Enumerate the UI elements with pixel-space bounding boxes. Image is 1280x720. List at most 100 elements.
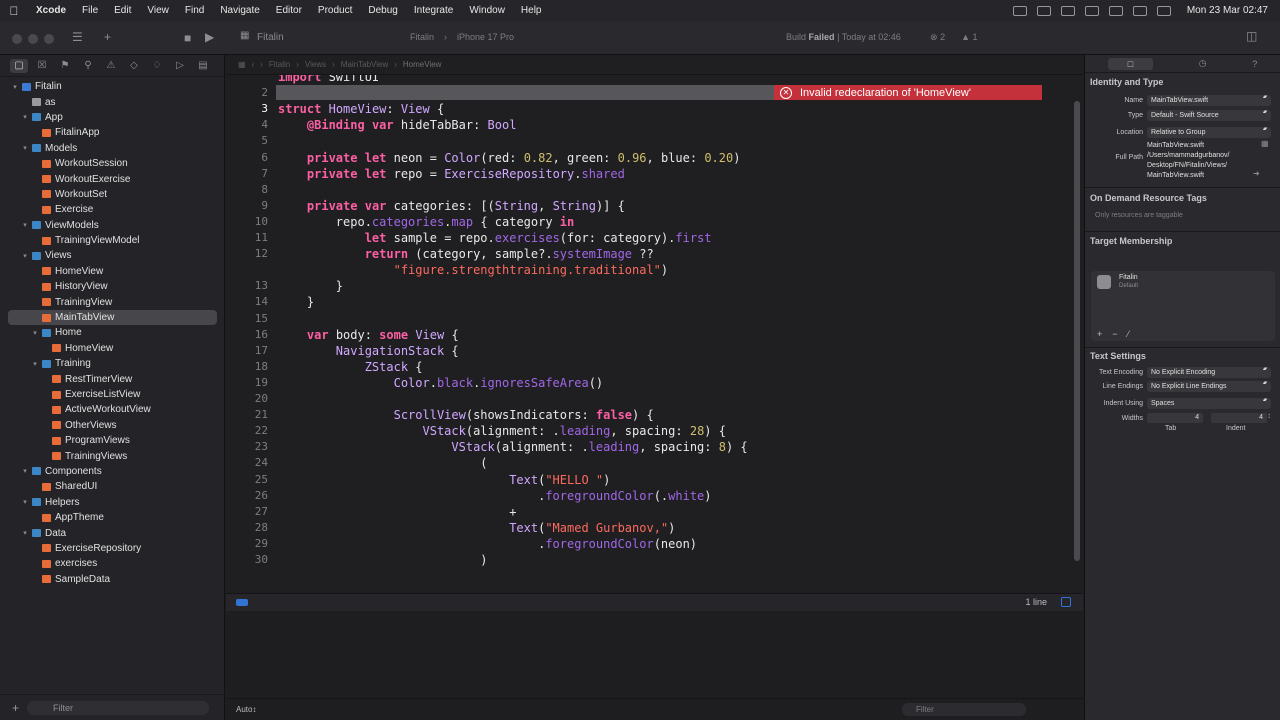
chevron-down-icon[interactable]: ▾ — [20, 113, 30, 121]
tree-file[interactable]: TrainingViewModel — [0, 233, 225, 248]
tree-file[interactable]: WorkoutExercise — [0, 171, 225, 186]
status-icon[interactable] — [1084, 5, 1099, 16]
code-line[interactable]: .foregroundColor(neon) — [278, 537, 697, 551]
status-icon[interactable] — [1012, 5, 1027, 16]
find-icon[interactable]: ⚲ — [79, 59, 97, 73]
debug-icon[interactable]: ♢ — [148, 59, 166, 73]
forward-icon[interactable]: › — [260, 60, 263, 69]
reveal-arrow-icon[interactable]: ➜ — [1253, 169, 1260, 178]
code-line[interactable]: } — [278, 295, 314, 309]
menu-file[interactable]: File — [74, 5, 106, 16]
tree-file[interactable]: HomeView — [0, 341, 225, 356]
report-icon[interactable]: ▤ — [194, 59, 212, 73]
menu-view[interactable]: View — [139, 5, 177, 16]
line-number[interactable]: 18 — [226, 360, 268, 373]
chevron-down-icon[interactable]: ▾ — [30, 360, 40, 368]
stop-icon[interactable]: ■ — [184, 31, 191, 45]
run-destination[interactable]: iPhone 17 Pro — [457, 32, 514, 42]
control-center-icon[interactable] — [1156, 5, 1171, 16]
line-endings-select[interactable]: No Explicit Line Endings — [1147, 381, 1271, 392]
code-line[interactable]: ScrollView(showsIndicators: false) { — [278, 408, 654, 422]
edit-icon[interactable]: ⁄ — [1128, 329, 1130, 339]
tree-file[interactable]: OtherViews — [0, 418, 225, 433]
zoom-window-button[interactable] — [44, 34, 54, 44]
tree-file[interactable]: ActiveWorkoutView — [0, 402, 225, 417]
code-line[interactable]: VStack(alignment: .leading, spacing: 28)… — [278, 424, 726, 438]
scheme-selector[interactable]: Fitalin › iPhone 17 Pro — [410, 32, 514, 42]
breakpoint-icon[interactable]: ▷ — [171, 59, 189, 73]
line-number[interactable]: 21 — [226, 408, 268, 421]
line-number[interactable]: 8 — [226, 183, 268, 196]
line-number[interactable]: 26 — [226, 489, 268, 502]
clock[interactable]: Mon 23 Mar 02:47 — [1187, 5, 1268, 16]
breadcrumb-project[interactable]: Fitalin — [269, 60, 290, 69]
tree-file[interactable]: as — [0, 94, 225, 109]
type-select[interactable]: Default - Swift Source — [1147, 110, 1271, 121]
code-line[interactable]: Text("HELLO ") — [278, 473, 610, 487]
apple-icon[interactable]:  — [0, 4, 28, 18]
line-number[interactable]: 20 — [226, 392, 268, 405]
status-icon[interactable] — [1108, 5, 1123, 16]
history-inspector-icon[interactable]: ◷ — [1199, 58, 1207, 69]
line-number[interactable]: 2 — [226, 86, 268, 99]
chevron-down-icon[interactable]: ▾ — [20, 221, 30, 229]
inspector-toggle-icon[interactable]: ◫ — [1246, 29, 1257, 43]
line-number[interactable]: 6 — [226, 151, 268, 164]
tree-file[interactable]: AppTheme — [0, 510, 225, 525]
indent-width-stepper-icon[interactable]: ↕ — [1267, 411, 1271, 420]
line-number[interactable]: 29 — [226, 537, 268, 550]
line-number[interactable]: 13 — [226, 279, 268, 292]
code-line[interactable]: private let neon = Color(red: 0.82, gree… — [278, 151, 741, 165]
remove-icon[interactable]: − — [1112, 329, 1117, 339]
status-icon[interactable] — [1060, 5, 1075, 16]
tree-file[interactable]: SharedUI — [0, 479, 225, 494]
code-line[interactable]: Color.black.ignoresSafeArea() — [278, 376, 604, 390]
line-number[interactable]: 12 — [226, 247, 268, 260]
tree-group[interactable]: ▾ Helpers — [0, 495, 225, 510]
source-control-icon[interactable]: ☒ — [33, 59, 51, 73]
line-number[interactable]: 27 — [226, 505, 268, 518]
run-icon[interactable]: ▶ — [205, 30, 214, 44]
folder-icon[interactable]: ▢ — [10, 58, 28, 73]
code-line[interactable]: var body: some View { — [278, 328, 459, 342]
tree-file[interactable]: TrainingViews — [0, 448, 225, 463]
line-number[interactable]: 15 — [226, 312, 268, 325]
back-icon[interactable]: ‹ — [252, 60, 255, 69]
code-line[interactable]: let sample = repo.exercises(for: categor… — [278, 231, 712, 245]
tree-group[interactable]: ▾ Training — [0, 356, 225, 371]
editor-scrollbar[interactable] — [1074, 101, 1080, 561]
menu-navigate[interactable]: Navigate — [212, 5, 267, 16]
minimize-window-button[interactable] — [28, 34, 38, 44]
add-file-icon[interactable]: + — [12, 701, 19, 715]
breadcrumb-symbol[interactable]: HomeView — [403, 60, 442, 69]
menu-product[interactable]: Product — [310, 5, 360, 16]
tree-file[interactable]: TrainingView — [0, 294, 225, 309]
tab-width-field[interactable]: 4 — [1147, 413, 1203, 423]
code-area[interactable]: ✕ Invalid redeclaration of 'HomeView' im… — [226, 75, 1083, 593]
menu-edit[interactable]: Edit — [106, 5, 139, 16]
line-number[interactable]: 7 — [226, 167, 268, 180]
code-line[interactable]: repo.categories.map { category in — [278, 215, 574, 229]
tree-file[interactable]: HistoryView — [0, 279, 225, 294]
chevron-down-icon[interactable]: ▾ — [30, 329, 40, 337]
close-window-button[interactable] — [12, 34, 22, 44]
tree-group[interactable]: ▾ Components — [0, 464, 225, 479]
line-number[interactable]: 4 — [226, 118, 268, 131]
chevron-down-icon[interactable]: ▾ — [20, 498, 30, 506]
code-line[interactable]: + — [278, 505, 516, 519]
issue-icon[interactable]: ⚠ — [102, 59, 120, 73]
minimap-toggle-icon[interactable] — [1061, 597, 1071, 607]
target-name[interactable]: Fitalin — [1119, 274, 1138, 281]
code-line[interactable]: return (category, sample?.systemImage ?? — [278, 247, 654, 261]
tree-file[interactable]: Exercise — [0, 202, 225, 217]
debug-area-toggle-icon[interactable] — [236, 599, 248, 606]
indent-width-field[interactable]: 4 — [1211, 413, 1267, 423]
line-number[interactable]: 22 — [226, 424, 268, 437]
tree-group[interactable]: ▾ Data — [0, 525, 225, 540]
line-number[interactable]: 28 — [226, 521, 268, 534]
menu-debug[interactable]: Debug — [360, 5, 405, 16]
folder-icon[interactable]: ▦ — [1261, 139, 1269, 148]
indent-using-select[interactable]: Spaces — [1147, 398, 1271, 409]
code-line[interactable]: ) — [278, 553, 487, 567]
name-field[interactable]: MainTabView.swift — [1147, 95, 1271, 106]
